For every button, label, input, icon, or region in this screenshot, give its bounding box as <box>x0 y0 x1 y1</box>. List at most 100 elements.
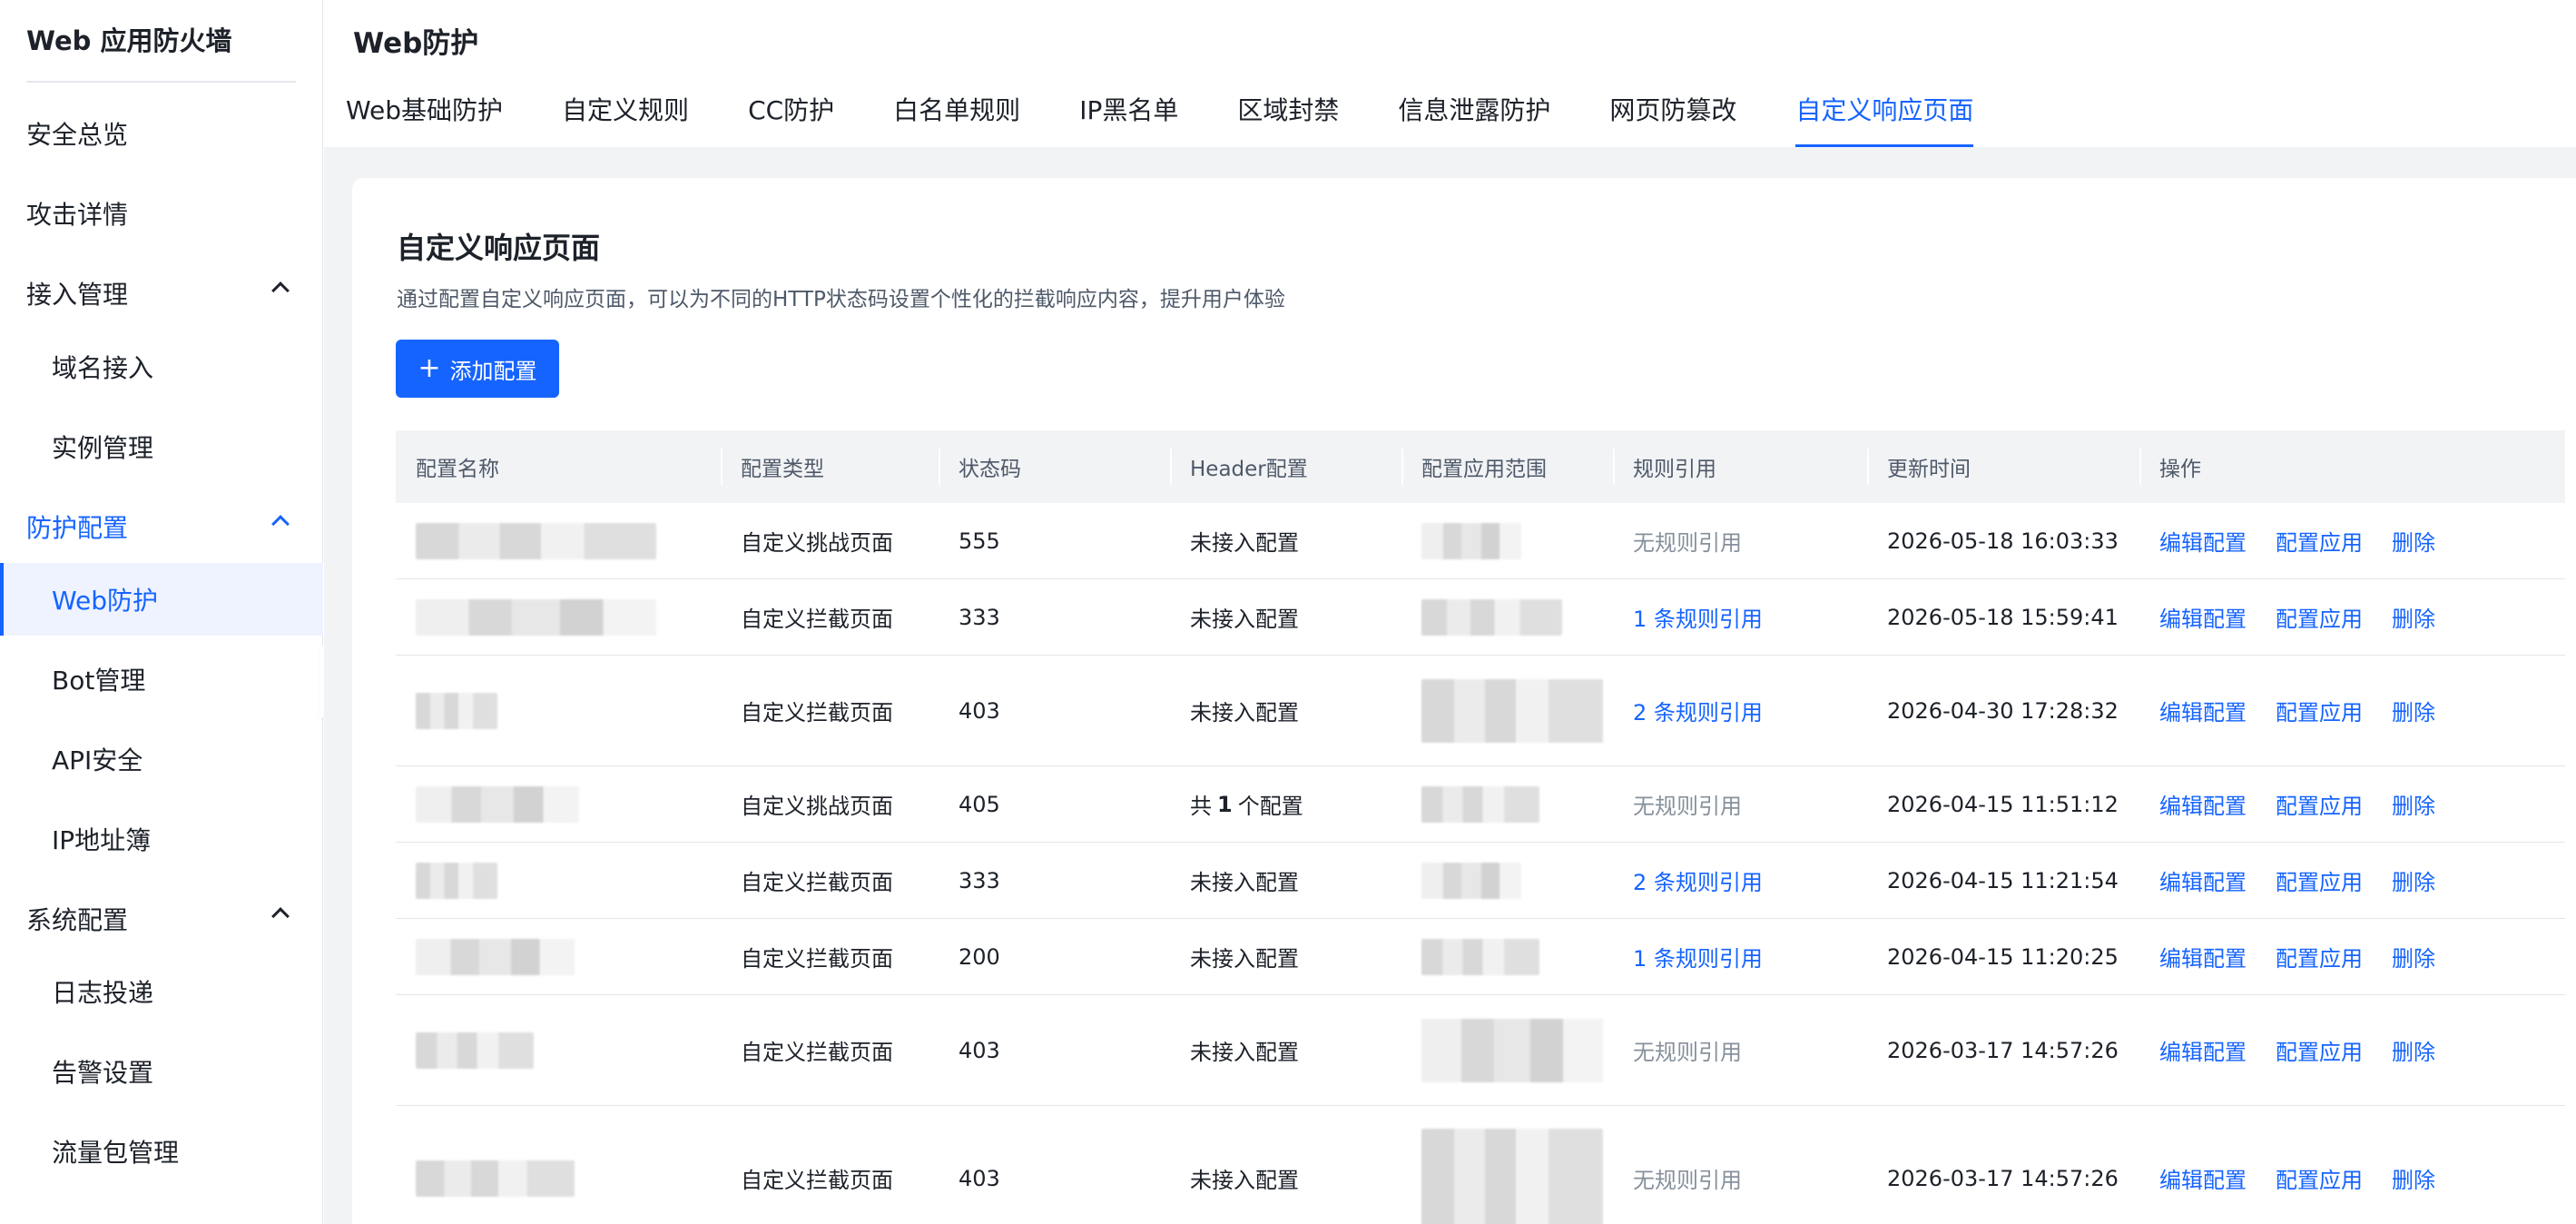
sidebar-item-label: Bot管理 <box>52 666 146 696</box>
tab-ip-blacklist[interactable]: IP黑名单 <box>1079 91 1178 147</box>
config-type: 自定义拦截页面 <box>741 700 893 726</box>
tab-cc[interactable]: CC防护 <box>748 91 834 147</box>
redacted-scope <box>1421 862 1521 899</box>
rule-ref-link[interactable]: 2 条规则引用 <box>1613 843 1867 918</box>
rule-ref-link[interactable]: 2 条规则引用 <box>1613 656 1867 765</box>
delete-link[interactable]: 删除 <box>2392 525 2435 557</box>
edit-config-link[interactable]: 编辑配置 <box>2159 601 2247 633</box>
table-row: 自定义拦截页面 403 未接入配置 无规则引用 2026-03-17 14:57… <box>396 1106 2565 1224</box>
sidebar-item-web-protection[interactable]: Web防护 <box>0 563 323 636</box>
delete-link[interactable]: 删除 <box>2392 601 2435 633</box>
tab-region-block[interactable]: 区域封禁 <box>1237 91 1339 147</box>
sidebar-item-instance[interactable]: 实例管理 <box>0 410 323 483</box>
sidebar-item-label: 日志投递 <box>52 978 154 1008</box>
sidebar-item-bot[interactable]: Bot管理 <box>0 643 323 716</box>
edit-config-link[interactable]: 编辑配置 <box>2159 1034 2247 1066</box>
config-type: 自定义挑战页面 <box>741 794 893 819</box>
header-config-prefix: 共 <box>1190 794 1212 819</box>
rule-ref-link[interactable]: 1 条规则引用 <box>1613 919 1867 994</box>
delete-link[interactable]: 删除 <box>2392 788 2435 820</box>
sidebar-item-overview[interactable]: 安全总览 <box>0 97 323 170</box>
sidebar-group-system[interactable]: 系统配置 <box>0 883 323 955</box>
edit-config-link[interactable]: 编辑配置 <box>2159 864 2247 896</box>
delete-link[interactable]: 删除 <box>2392 1162 2435 1194</box>
app-title: Web 应用防火墙 <box>26 25 232 56</box>
edit-config-link[interactable]: 编辑配置 <box>2159 525 2247 557</box>
status-code: 333 <box>959 604 1000 630</box>
edit-config-link[interactable]: 编辑配置 <box>2159 1162 2247 1194</box>
header-config: 未接入配置 <box>1190 700 1299 726</box>
content-card: 自定义响应页面 通过配置自定义响应页面，可以为不同的HTTP状态码设置个性化的拦… <box>352 178 2576 1224</box>
column-header: 配置应用范围 <box>1401 430 1613 503</box>
row-actions: 编辑配置 配置应用 删除 <box>2139 919 2565 994</box>
updated-time: 2026-05-18 15:59:41 <box>1887 604 2119 630</box>
tab-info-leak[interactable]: 信息泄露防护 <box>1398 91 1550 147</box>
sidebar-item-label: 防护配置 <box>26 513 129 543</box>
sidebar-group-protection[interactable]: 防护配置 <box>0 490 323 563</box>
status-code: 403 <box>959 697 1000 724</box>
chevron-up-icon <box>271 281 290 300</box>
apply-config-link[interactable]: 配置应用 <box>2276 601 2363 633</box>
apply-config-link[interactable]: 配置应用 <box>2276 1162 2363 1194</box>
redacted-scope <box>1421 598 1562 636</box>
tab-whitelist[interactable]: 白名单规则 <box>893 91 1020 147</box>
updated-time: 2026-04-15 11:20:25 <box>1887 943 2119 970</box>
edit-config-link[interactable]: 编辑配置 <box>2159 695 2247 726</box>
redacted-scope <box>1421 938 1539 975</box>
chevron-up-icon <box>271 515 290 533</box>
rule-ref-link[interactable]: 1 条规则引用 <box>1613 579 1867 655</box>
sidebar-item-alert[interactable]: 告警设置 <box>0 1035 323 1108</box>
sidebar-item-traffic[interactable]: 流量包管理 <box>0 1115 323 1188</box>
tab-custom-rules[interactable]: 自定义规则 <box>562 91 689 147</box>
updated-time: 2026-04-15 11:51:12 <box>1887 791 2119 817</box>
rule-ref: 无规则引用 <box>1633 1168 1742 1193</box>
sidebar-item-api[interactable]: API安全 <box>0 723 323 795</box>
add-config-button[interactable]: + 添加配置 <box>396 340 559 398</box>
sidebar-item-log-delivery[interactable]: 日志投递 <box>0 955 323 1028</box>
sidebar-item-label: 接入管理 <box>26 280 129 310</box>
delete-link[interactable]: 删除 <box>2392 941 2435 972</box>
column-header: 配置名称 <box>416 458 499 481</box>
sidebar-item-ip-book[interactable]: IP地址簿 <box>0 803 323 875</box>
sidebar-item-label: 流量包管理 <box>52 1138 180 1168</box>
apply-config-link[interactable]: 配置应用 <box>2276 788 2363 820</box>
table-header: 配置名称 配置类型 状态码 Header配置 配置应用范围 规则引用 更新时间 … <box>396 430 2565 503</box>
header-config: 未接入配置 <box>1190 607 1299 632</box>
status-code: 403 <box>959 1165 1000 1191</box>
header-config: 未接入配置 <box>1190 1168 1299 1193</box>
updated-time: 2026-04-15 11:21:54 <box>1887 867 2119 893</box>
header-config-suffix: 个配置 <box>1237 794 1303 819</box>
sidebar-group-access[interactable]: 接入管理 <box>0 257 323 330</box>
delete-link[interactable]: 删除 <box>2392 695 2435 726</box>
header-config: 共 1 个配置 <box>1170 766 1401 842</box>
apply-config-link[interactable]: 配置应用 <box>2276 864 2363 896</box>
add-config-label: 添加配置 <box>449 358 537 384</box>
edit-config-link[interactable]: 编辑配置 <box>2159 788 2247 820</box>
tab-custom-response[interactable]: 自定义响应页面 <box>1795 91 1974 147</box>
delete-link[interactable]: 删除 <box>2392 1034 2435 1066</box>
apply-config-link[interactable]: 配置应用 <box>2276 695 2363 726</box>
table-row: 自定义挑战页面 405 共 1 个配置 无规则引用 2026-04-15 11:… <box>396 766 2565 843</box>
tab-tamper[interactable]: 网页防篡改 <box>1609 91 1736 147</box>
delete-link[interactable]: 删除 <box>2392 864 2435 896</box>
column-header: 操作 <box>2139 430 2565 503</box>
apply-config-link[interactable]: 配置应用 <box>2276 1034 2363 1066</box>
plus-icon: + <box>418 352 441 384</box>
column-header: 配置类型 <box>721 430 939 503</box>
apply-config-link[interactable]: 配置应用 <box>2276 525 2363 557</box>
sidebar-item-label: API安全 <box>52 745 143 775</box>
table-row: 自定义拦截页面 333 未接入配置 1 条规则引用 2026-05-18 15:… <box>396 579 2565 656</box>
sidebar-item-label: Web防护 <box>52 586 159 616</box>
apply-config-link[interactable]: 配置应用 <box>2276 941 2363 972</box>
row-actions: 编辑配置 配置应用 删除 <box>2139 1106 2565 1224</box>
tab-web-basic[interactable]: Web基础防护 <box>346 91 503 147</box>
sidebar-item-domain-access[interactable]: 域名接入 <box>0 331 323 403</box>
rule-ref: 无规则引用 <box>1633 530 1742 556</box>
row-actions: 编辑配置 配置应用 删除 <box>2139 766 2565 842</box>
sidebar-item-attack-details[interactable]: 攻击详情 <box>0 177 323 250</box>
table-row: 自定义拦截页面 403 未接入配置 无规则引用 2026-03-17 14:57… <box>396 995 2565 1106</box>
header-config: 未接入配置 <box>1190 946 1299 972</box>
edit-config-link[interactable]: 编辑配置 <box>2159 941 2247 972</box>
redacted-name <box>416 692 497 729</box>
config-table: 配置名称 配置类型 状态码 Header配置 配置应用范围 规则引用 更新时间 … <box>396 430 2565 1224</box>
